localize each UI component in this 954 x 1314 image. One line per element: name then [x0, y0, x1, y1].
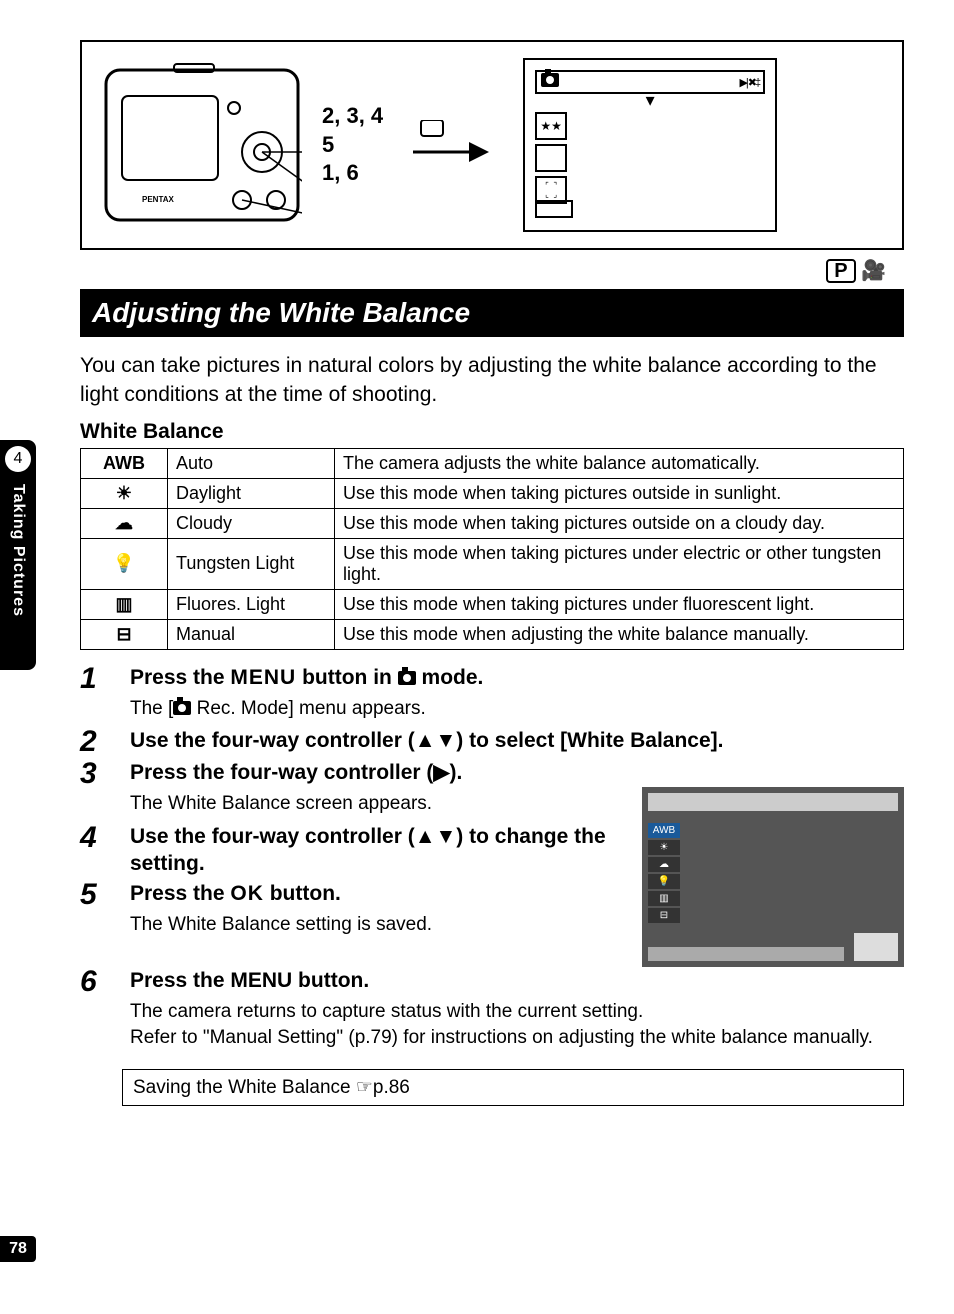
step-title: Press the MENU button. — [130, 967, 904, 997]
step-title: Press the four-way controller (▶). — [130, 759, 632, 789]
white-balance-screen-illustration: AWB ☀ ☁ 💡 ▥ ⊟ — [642, 787, 904, 967]
chapter-side-tab: 4 Taking Pictures — [0, 440, 36, 670]
wb-desc-cell: Use this mode when taking pictures outsi… — [335, 508, 904, 538]
section-header: Adjusting the White Balance — [80, 289, 904, 337]
ok-button-label: OK — [230, 882, 264, 905]
camera-mode-icon — [398, 671, 416, 685]
menu-button-label: MENU — [230, 666, 296, 689]
wb-desc-cell: Use this mode when taking pictures under… — [335, 538, 904, 589]
wb-screen-title-bar — [648, 793, 898, 811]
wb-name-cell: Cloudy — [168, 508, 335, 538]
table-row: ☀ Daylight Use this mode when taking pic… — [81, 478, 904, 508]
wb-desc-cell: Use this mode when adjusting the white b… — [335, 619, 904, 649]
diagram-label-line-1: 2, 3, 4 — [322, 102, 383, 131]
wb-screen-item-daylight: ☀ — [648, 840, 680, 855]
step-title-fragment: Press the — [130, 882, 230, 905]
chapter-title: Taking Pictures — [9, 478, 27, 617]
wb-icon-cell: ▥ — [81, 589, 168, 619]
table-row: ▥ Fluores. Light Use this mode when taki… — [81, 589, 904, 619]
program-mode-icon: P — [826, 259, 855, 283]
step-body: The [ Rec. Mode] menu appears. — [130, 696, 904, 722]
table-row: ⊟ Manual Use this mode when adjusting th… — [81, 619, 904, 649]
wb-icon-cell: ☁ — [81, 508, 168, 538]
arrow-icon — [403, 120, 493, 170]
step-number: 2 — [80, 727, 122, 757]
lcd-block-quality: ★★ — [535, 112, 567, 140]
applicable-mode-icons: P 🎥 — [60, 258, 886, 283]
wb-screen-bottom-bar — [648, 947, 844, 961]
step-body-line: Refer to "Manual Setting" (p.79) for ins… — [130, 1027, 873, 1048]
step-body-fragment: The [ — [130, 698, 173, 719]
table-title: White Balance — [80, 420, 904, 444]
diagram-step-labels: 2, 3, 4 5 1, 6 — [322, 102, 383, 188]
wb-name-cell: Manual — [168, 619, 335, 649]
step-number: 6 — [80, 967, 122, 997]
step-title: Use the four-way controller (▲▼) to sele… — [130, 727, 904, 757]
step-body-fragment: Rec. Mode] menu appears. — [191, 698, 425, 719]
wb-icon-cell: 💡 — [81, 538, 168, 589]
wb-name-cell: Tungsten Light — [168, 538, 335, 589]
table-row: ☁ Cloudy Use this mode when taking pictu… — [81, 508, 904, 538]
lcd-top-right-icons: ▶| ✖‡ — [739, 76, 759, 89]
camera-mode-icon — [541, 73, 559, 91]
page-number: 78 — [0, 1236, 36, 1262]
lcd-menu-illustration: ▶| ✖‡ ▾ ★★ ⌜ ⌝⌞ ⌟ — [523, 58, 777, 232]
wb-icon-cell: ⊟ — [81, 619, 168, 649]
cross-reference-box: Saving the White Balance ☞p.86 — [122, 1069, 904, 1106]
wb-desc-cell: Use this mode when taking pictures outsi… — [335, 478, 904, 508]
step-title-fragment: button in — [296, 666, 397, 689]
step-body-line: The camera returns to capture status wit… — [130, 1001, 643, 1022]
step-title-fragment: button. — [264, 882, 341, 905]
wb-name-cell: Auto — [168, 448, 335, 478]
wb-icon-cell: AWB — [81, 448, 168, 478]
chapter-number: 4 — [5, 446, 31, 472]
wb-desc-cell: The camera adjusts the white balance aut… — [335, 448, 904, 478]
table-row: 💡 Tungsten Light Use this mode when taki… — [81, 538, 904, 589]
wb-screen-item-tungsten: 💡 — [648, 874, 680, 889]
white-balance-table: AWB Auto The camera adjusts the white ba… — [80, 448, 904, 650]
wb-screen-item-manual: ⊟ — [648, 908, 680, 923]
wb-name-cell: Daylight — [168, 478, 335, 508]
table-row: AWB Auto The camera adjusts the white ba… — [81, 448, 904, 478]
diagram-label-line-2: 5 — [322, 131, 383, 160]
step-number: 4 — [80, 823, 122, 878]
svg-text:PENTAX: PENTAX — [142, 195, 175, 204]
lcd-bottom-bar — [535, 200, 573, 218]
step-title: Press the MENU button in mode. — [130, 664, 904, 694]
camera-mode-icon — [173, 701, 191, 715]
wb-name-cell: Fluores. Light — [168, 589, 335, 619]
step-body: The White Balance screen appears. — [130, 791, 632, 817]
step-number: 3 — [80, 759, 122, 789]
wb-screen-item-awb: AWB — [648, 823, 680, 838]
camera-back-illustration: PENTAX — [102, 60, 302, 230]
wb-desc-cell: Use this mode when taking pictures under… — [335, 589, 904, 619]
step-title-fragment: Press the — [130, 666, 230, 689]
chevron-down-icon: ▾ — [535, 94, 765, 106]
step-number: 5 — [80, 880, 122, 910]
step-title: Use the four-way controller (▲▼) to chan… — [130, 823, 632, 878]
wb-screen-item-fluorescent: ▥ — [648, 891, 680, 906]
top-diagram-box: PENTAX 2, 3, 4 5 1, 6 ▶| ✖‡ ▾ — [80, 40, 904, 250]
diagram-label-line-3: 1, 6 — [322, 159, 383, 188]
lcd-block-wb — [535, 144, 567, 172]
wb-screen-item-cloudy: ☁ — [648, 857, 680, 872]
movie-mode-icon: 🎥 — [861, 260, 886, 282]
step-number: 1 — [80, 664, 122, 694]
step-body: The camera returns to capture status wit… — [130, 999, 904, 1050]
wb-screen-ok-button — [854, 933, 898, 961]
wb-icon-cell: ☀ — [81, 478, 168, 508]
step-title: Press the OK button. — [130, 880, 632, 910]
intro-paragraph: You can take pictures in natural colors … — [80, 351, 904, 410]
step-title-fragment: mode. — [416, 666, 484, 689]
step-body: The White Balance setting is saved. — [130, 912, 632, 938]
